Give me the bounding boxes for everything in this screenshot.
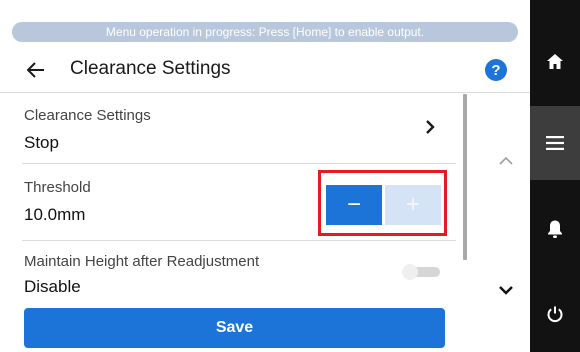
- arrow-left-icon: [27, 62, 44, 78]
- notifications-button[interactable]: [530, 205, 580, 253]
- setting-value: Disable: [24, 277, 81, 296]
- side-nav: [530, 0, 580, 352]
- maintain-height-toggle[interactable]: [400, 264, 440, 280]
- bell-icon: [548, 220, 562, 238]
- scroll-down-button[interactable]: [492, 280, 520, 300]
- increment-button[interactable]: +: [385, 185, 441, 225]
- setting-label: Clearance Settings: [24, 107, 151, 124]
- setting-value: 10.0mm: [24, 205, 86, 224]
- save-button[interactable]: Save: [24, 308, 445, 348]
- setting-row-maintain-height: Maintain Height after Readjustment Disab…: [0, 241, 462, 305]
- status-banner: Menu operation in progress: Press [Home]…: [12, 22, 518, 42]
- help-button[interactable]: ?: [485, 59, 507, 81]
- scroll-up-button[interactable]: [492, 150, 520, 170]
- chevron-right-icon: [420, 117, 440, 137]
- setting-label: Maintain Height after Readjustment: [24, 253, 260, 270]
- setting-label: Threshold: [24, 179, 91, 196]
- menu-button[interactable]: [530, 106, 580, 180]
- setting-row-clearance[interactable]: Clearance Settings Stop: [0, 93, 462, 165]
- header-bar: Clearance Settings ?: [0, 48, 530, 92]
- row-divider: [22, 163, 456, 164]
- setting-value: Stop: [24, 133, 59, 152]
- power-icon: [547, 306, 563, 323]
- back-button[interactable]: [22, 56, 50, 84]
- home-icon: [547, 53, 563, 69]
- decrement-button[interactable]: −: [326, 185, 382, 225]
- chevron-down-icon: [499, 286, 513, 295]
- chevron-up-icon: [499, 156, 513, 165]
- home-button[interactable]: [530, 36, 580, 86]
- list-scrollbar[interactable]: [463, 94, 467, 260]
- power-button[interactable]: [530, 292, 580, 336]
- menu-icon: [546, 136, 564, 150]
- page-title: Clearance Settings: [70, 58, 231, 79]
- toggle-thumb: [402, 264, 418, 280]
